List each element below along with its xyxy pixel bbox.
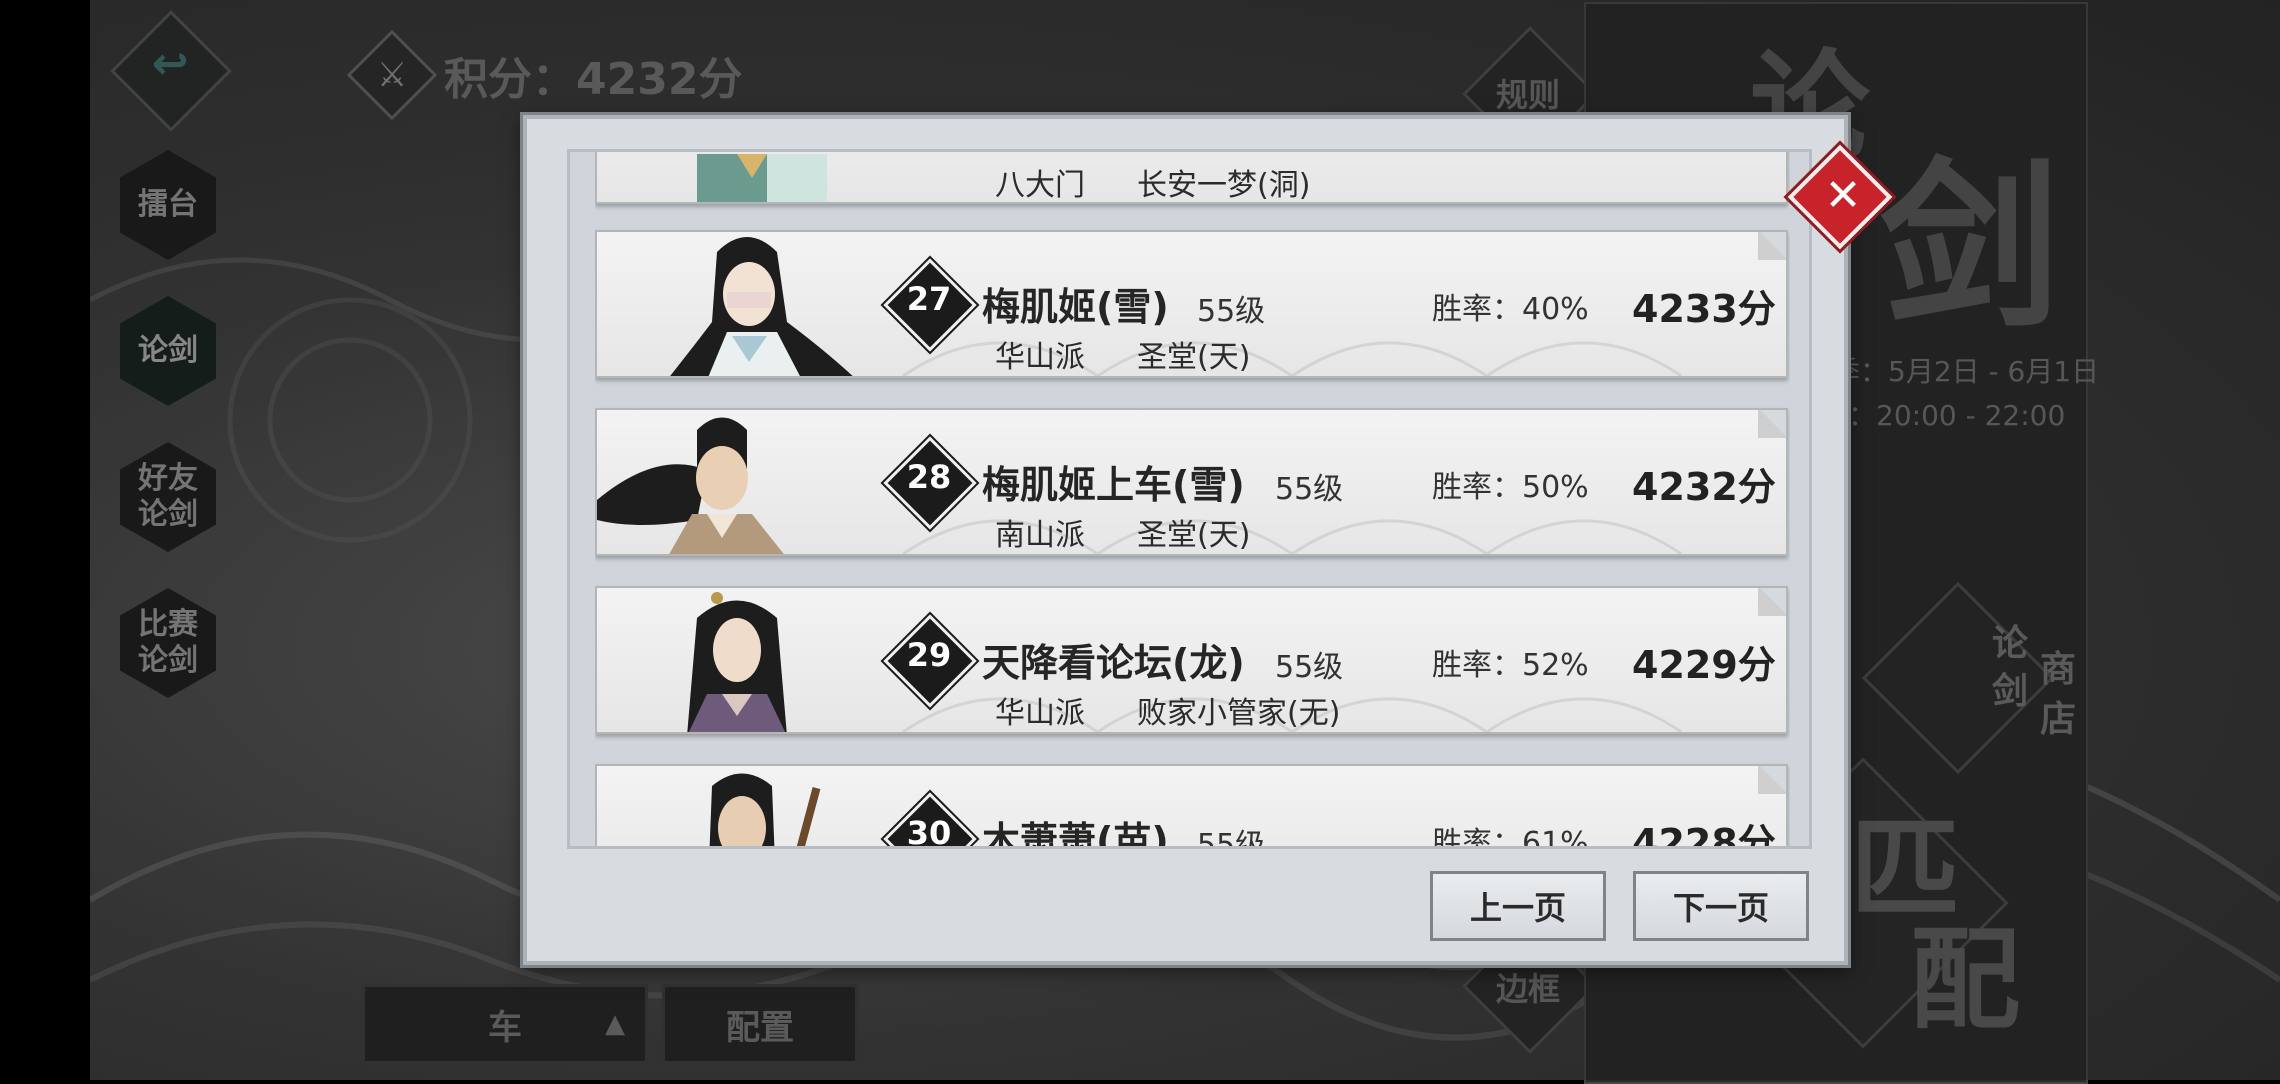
player-guild: 圣堂(天) (1137, 340, 1251, 375)
ranking-row[interactable]: 29 天降看论坛(龙) 55级 华山派 败家小管家(无) 胜率：52% 4229… (595, 586, 1788, 734)
player-sect: 华山派 (995, 696, 1085, 731)
rank-number: 29 (906, 636, 952, 674)
close-icon: ✕ (1824, 170, 1862, 221)
player-name: 梅肌姬上车(雪) (982, 463, 1245, 507)
player-level: 55级 (1197, 294, 1266, 329)
ranking-row[interactable]: 28 梅肌姬上车(雪) 55级 南山派 圣堂(天) 胜率：50% 4232分 (595, 408, 1788, 556)
player-guild: 圣堂(天) (1137, 518, 1251, 553)
ranking-list[interactable]: 八大门 长安一梦(洞) 27 梅肌姬(雪) 55级 华山派 圣堂(天) 胜率：4… (595, 152, 1790, 846)
player-guild: 败家小管家(无) (1137, 696, 1341, 731)
player-name: 天降看论坛(龙) (982, 641, 1245, 685)
player-score: 4228分 (1632, 821, 1776, 846)
player-name: 木萧萧(苗) (982, 819, 1169, 846)
player-score: 4229分 (1632, 643, 1776, 687)
rank-number: 30 (906, 814, 952, 846)
ranking-modal: 八大门 长安一梦(洞) 27 梅肌姬(雪) 55级 华山派 圣堂(天) 胜率：4… (523, 115, 1848, 965)
ranking-list-frame: 八大门 长安一梦(洞) 27 梅肌姬(雪) 55级 华山派 圣堂(天) 胜率：4… (567, 149, 1812, 849)
player-sect: 华山派 (995, 340, 1085, 375)
player-name: 梅肌姬(雪) (982, 285, 1169, 329)
player-sect: 八大门 (995, 168, 1085, 203)
player-win-rate: 胜率：61% (1432, 826, 1589, 846)
player-score: 4233分 (1632, 287, 1776, 331)
player-portrait (597, 410, 847, 554)
player-portrait (627, 766, 877, 846)
prev-page-button[interactable]: 上一页 (1430, 871, 1606, 941)
card-corner (1758, 232, 1786, 260)
player-win-rate: 胜率：52% (1432, 648, 1589, 683)
player-portrait (627, 588, 877, 732)
player-score: 4232分 (1632, 465, 1776, 509)
player-level: 55级 (1275, 650, 1344, 685)
player-sect: 南山派 (995, 518, 1085, 553)
next-page-button[interactable]: 下一页 (1633, 871, 1809, 941)
card-corner (1758, 410, 1786, 438)
player-level: 55级 (1197, 828, 1266, 846)
player-portrait (627, 232, 877, 376)
player-win-rate: 胜率：40% (1432, 292, 1589, 327)
ranking-row[interactable]: 27 梅肌姬(雪) 55级 华山派 圣堂(天) 胜率：40% 4233分 (595, 230, 1788, 378)
player-win-rate: 胜率：50% (1432, 470, 1589, 505)
ranking-row-partial[interactable]: 八大门 长安一梦(洞) (595, 152, 1788, 204)
player-level: 55级 (1275, 472, 1344, 507)
player-portrait (627, 152, 877, 202)
ranking-row[interactable]: 30 木萧萧(苗) 55级 胜率：61% 4228分 (595, 764, 1788, 846)
card-corner (1758, 588, 1786, 616)
rank-number: 27 (906, 280, 952, 318)
player-guild: 长安一梦(洞) (1137, 168, 1311, 203)
card-corner (1758, 766, 1786, 794)
rank-number: 28 (906, 458, 952, 496)
